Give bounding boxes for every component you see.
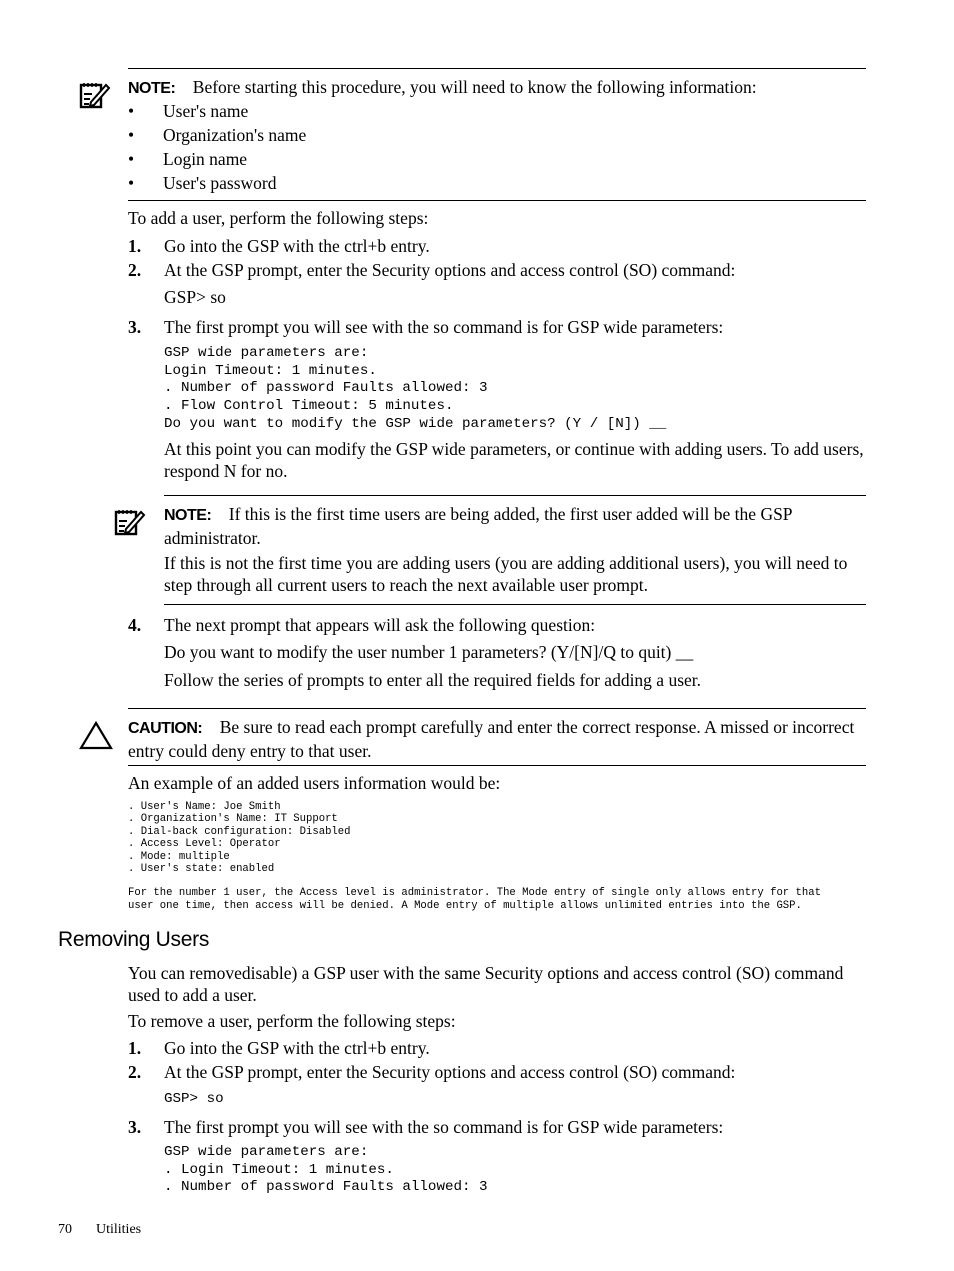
- footer-section: Utilities: [96, 1222, 142, 1237]
- note2-text: NOTE: If this is the first time users ar…: [164, 503, 868, 549]
- note2-bottom-rule: [164, 604, 866, 605]
- caution-label: CAUTION:: [128, 720, 203, 737]
- bullet: •: [128, 125, 135, 145]
- list-item-text: User's name: [163, 101, 249, 121]
- code-line: For the number 1 user, the Access level …: [128, 887, 821, 899]
- code-line: . Dial-back configuration: Disabled: [128, 825, 351, 838]
- bullet: •: [128, 173, 135, 193]
- code-line: . Flow Control Timeout: 5 minutes.: [164, 398, 454, 415]
- add-intro: To add a user, perform the following ste…: [128, 208, 429, 228]
- note2-para2: If this is not the first time you are ad…: [164, 553, 848, 595]
- note1-body: Before starting this procedure, you will…: [192, 77, 757, 97]
- step-text: At the GSP prompt, enter the Security op…: [164, 1062, 736, 1082]
- step-text: The first prompt you will see with the s…: [164, 317, 724, 337]
- code-line: . Mode: multiple: [128, 850, 230, 863]
- code-line: . Login Timeout: 1 minutes.: [164, 1161, 394, 1178]
- example-code-block: . User's Name: Joe Smith . Organization'…: [128, 801, 351, 875]
- step-number: 2.: [128, 1062, 142, 1082]
- removing-para: You can removedisable) a GSP user with t…: [128, 963, 844, 1005]
- step-number: 1.: [128, 1038, 142, 1058]
- step-number: 1.: [128, 236, 142, 256]
- code-line: . User's state: enabled: [128, 863, 275, 876]
- step-number: 3.: [128, 317, 142, 337]
- bullet: •: [128, 149, 135, 169]
- code-block: GSP wide parameters are: Login Timeout: …: [164, 345, 666, 434]
- page-number: 70: [58, 1222, 72, 1237]
- caution-text: CAUTION: Be sure to read each prompt car…: [128, 716, 868, 762]
- note2-top-rule: [164, 495, 866, 496]
- removing-intro: To remove a user, perform the following …: [128, 1011, 456, 1031]
- command-text: GSP> so: [164, 287, 226, 307]
- bullet: •: [128, 101, 135, 121]
- step-number: 4.: [128, 615, 142, 635]
- step-text: At the GSP prompt, enter the Security op…: [164, 260, 736, 280]
- caution-top-rule: [128, 708, 866, 709]
- caution-bottom-rule: [128, 765, 866, 766]
- code-line: . Access Level: Operator: [128, 838, 281, 851]
- list-item-text: Organization's name: [163, 125, 307, 145]
- command-code: GSP> so: [164, 1091, 224, 1107]
- code-line: GSP wide parameters are:: [164, 345, 369, 361]
- step-text: The next prompt that appears will ask th…: [164, 615, 596, 635]
- code-line: GSP wide parameters are:: [164, 1144, 369, 1160]
- prompt-text: Do you want to modify the user number 1 …: [164, 642, 694, 662]
- example-intro: An example of an added users information…: [128, 773, 501, 793]
- caution-triangle-icon: [79, 720, 113, 750]
- list-item-text: User's password: [163, 173, 277, 193]
- step-after-text: At this point you can modify the GSP wid…: [164, 439, 864, 481]
- step-number: 2.: [128, 260, 142, 280]
- code-line: . Number of password Faults allowed: 3: [164, 380, 488, 397]
- note2-body: If this is the first time users are bein…: [164, 504, 792, 548]
- list-item-text: Login name: [163, 149, 248, 169]
- note-pencil-icon: [79, 83, 111, 109]
- section-heading: Removing Users: [58, 928, 210, 951]
- code-line: . User's Name: Joe Smith: [128, 801, 281, 813]
- code-line: user one time, then access will be denie…: [128, 900, 802, 912]
- note1-text: NOTE: Before starting this procedure, yo…: [128, 76, 757, 100]
- note2-label: NOTE:: [164, 507, 212, 524]
- code-line: . Organization's Name: IT Support: [128, 813, 338, 826]
- note1-bottom-rule: [128, 200, 866, 201]
- caution-body: Be sure to read each prompt carefully an…: [128, 717, 855, 761]
- code-block: GSP wide parameters are: . Login Timeout…: [164, 1144, 488, 1197]
- note1-top-rule: [128, 68, 866, 69]
- step-number: 3.: [128, 1117, 142, 1137]
- code-line: Login Timeout: 1 minutes.: [164, 362, 377, 379]
- step-text: The first prompt you will see with the s…: [164, 1117, 724, 1137]
- step-text: Go into the GSP with the ctrl+b entry.: [164, 1038, 430, 1058]
- code-line: Do you want to modify the GSP wide param…: [164, 415, 667, 432]
- code-line: . Number of password Faults allowed: 3: [164, 1179, 488, 1196]
- note-pencil-icon: [114, 510, 146, 536]
- example-note: For the number 1 user, the Access level …: [128, 887, 821, 913]
- step-after-text: Follow the series of prompts to enter al…: [164, 670, 702, 690]
- step-text: Go into the GSP with the ctrl+b entry.: [164, 236, 430, 256]
- note1-label: NOTE:: [128, 80, 176, 97]
